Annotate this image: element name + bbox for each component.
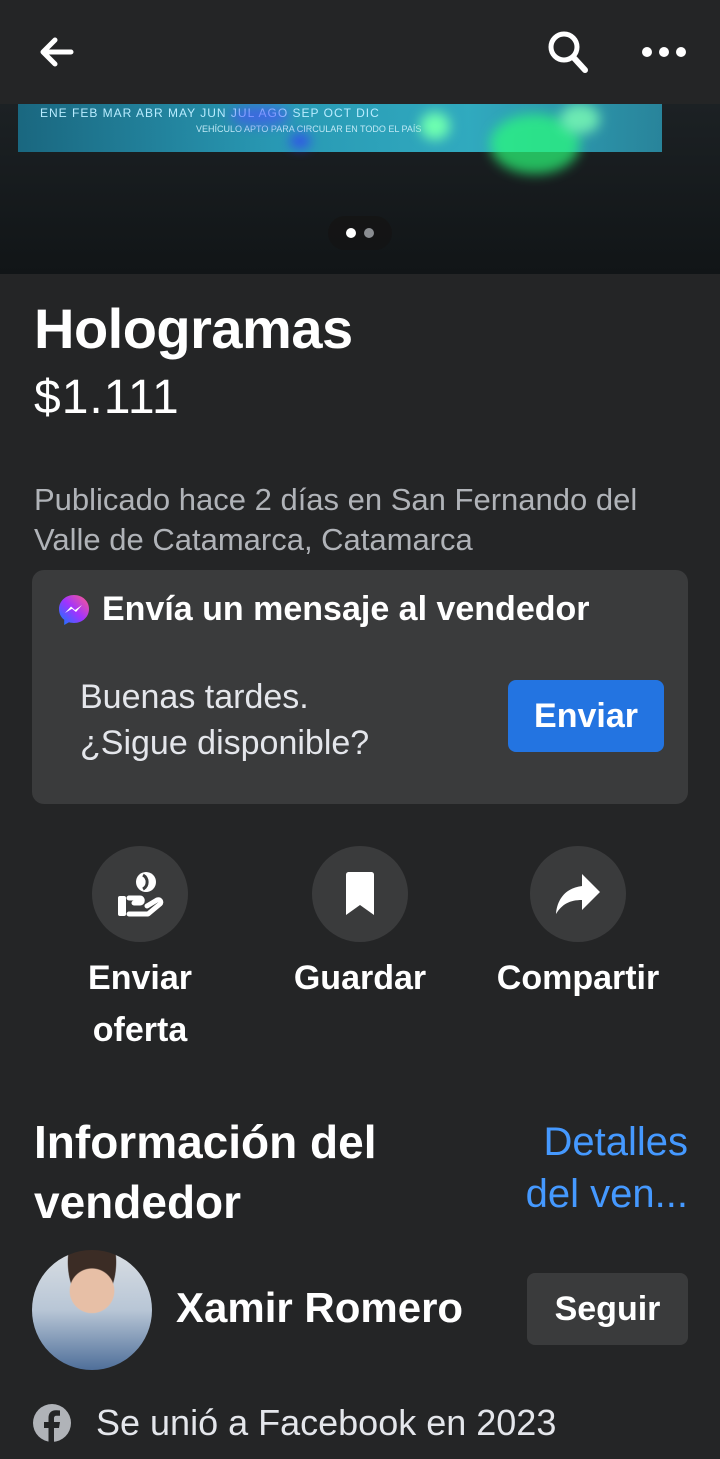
seller-info-heading: Información del vendedor — [34, 1112, 474, 1232]
seller-heading-line-2: vendedor — [34, 1176, 242, 1228]
seller-heading-line-1: Información del — [34, 1116, 377, 1168]
seller-details-line-2: del ven... — [525, 1172, 688, 1216]
message-preset-text[interactable]: Buenas tardes. ¿Sigue disponible? — [80, 674, 460, 766]
follow-button[interactable]: Seguir — [527, 1273, 688, 1345]
send-offer-label-line-1: Enviar — [88, 959, 192, 997]
listing-posted-info: Publicado hace 2 días en San Fernando de… — [34, 482, 638, 557]
more-options-button[interactable] — [628, 20, 700, 84]
seller-joined-row: Se unió a Facebook en 2023 — [32, 1402, 556, 1444]
save-action[interactable]: Guardar — [270, 846, 450, 1004]
send-offer-label-line-2: oferta — [92, 1011, 188, 1049]
listing-title: Hologramas — [34, 297, 353, 360]
message-card-header: Envía un mensaje al vendedor — [56, 590, 590, 629]
listing-price: $1.111 — [34, 371, 180, 424]
search-button[interactable] — [534, 20, 602, 84]
facebook-icon — [33, 1404, 71, 1443]
photo-months-text: ENE FEB MAR ABR MAY JUN JUL AGO SEP OCT … — [40, 106, 380, 120]
seller-name[interactable]: Xamir Romero — [176, 1284, 463, 1332]
listing-photo-carousel[interactable]: ENE FEB MAR ABR MAY JUN JUL AGO SEP OCT … — [0, 104, 720, 274]
seller-joined-text: Se unió a Facebook en 2023 — [96, 1402, 557, 1443]
send-offer-button[interactable] — [92, 846, 188, 942]
seller-details-line-1: Detalles — [543, 1120, 688, 1164]
photo-glow — [420, 112, 450, 140]
send-message-button[interactable]: Enviar — [508, 680, 664, 752]
photo-glow — [290, 134, 310, 148]
offer-hand-icon — [118, 872, 164, 917]
save-label: Guardar — [293, 959, 427, 997]
back-button[interactable] — [22, 22, 90, 82]
share-button[interactable] — [530, 846, 626, 942]
top-bar — [0, 0, 720, 104]
arrow-left-icon — [40, 37, 74, 67]
message-line-1: Buenas tardes. — [80, 678, 309, 716]
bookmark-icon — [346, 872, 374, 915]
photo-glow — [560, 104, 600, 134]
carousel-pager — [328, 216, 392, 250]
share-label: Compartir — [496, 959, 660, 997]
more-horizontal-icon — [642, 47, 686, 57]
share-action[interactable]: Compartir — [488, 846, 668, 1004]
save-button[interactable] — [312, 846, 408, 942]
pager-dot[interactable] — [364, 228, 374, 238]
share-arrow-icon — [556, 874, 600, 914]
messenger-icon — [59, 594, 89, 625]
send-offer-action[interactable]: Enviar oferta — [50, 846, 230, 1056]
seller-avatar[interactable] — [32, 1250, 152, 1370]
seller-details-link[interactable]: Detalles del ven... — [500, 1116, 688, 1220]
photo-glow — [230, 106, 290, 126]
search-icon — [548, 31, 588, 73]
photo-sub-text: VEHÍCULO APTO PARA CIRCULAR EN TODO EL P… — [196, 124, 422, 134]
message-line-2: ¿Sigue disponible? — [80, 724, 370, 762]
message-card-heading: Envía un mensaje al vendedor — [102, 590, 590, 628]
message-seller-card: Envía un mensaje al vendedor Buenas tard… — [32, 570, 688, 804]
pager-dot-active[interactable] — [346, 228, 356, 238]
send-offer-label: Enviar oferta — [50, 952, 230, 1056]
